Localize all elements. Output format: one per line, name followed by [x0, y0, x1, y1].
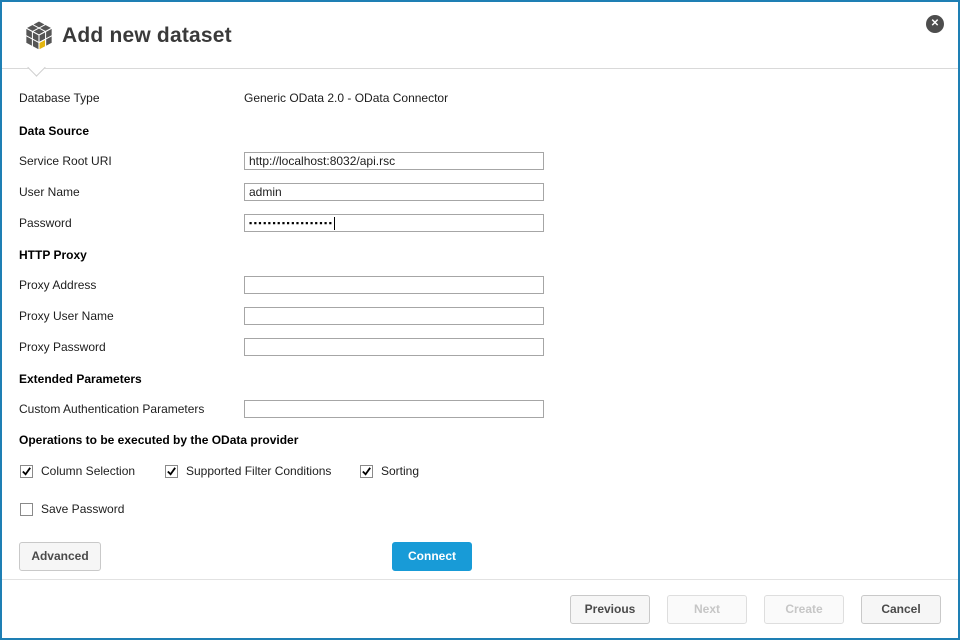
password-input[interactable]: ▪▪▪▪▪▪▪▪▪▪▪▪▪▪▪▪▪▪ [244, 214, 544, 232]
checkbox-label: Column Selection [41, 464, 135, 478]
close-icon[interactable]: ✕ [926, 15, 944, 33]
database-type-value: Generic OData 2.0 - OData Connector [244, 91, 448, 105]
checkbox-sorting[interactable]: Sorting [360, 464, 419, 478]
proxy-address-input[interactable] [244, 276, 544, 294]
section-data-source: Data Source [19, 124, 89, 138]
custom-auth-parameters-row: Custom Authentication Parameters [19, 400, 949, 418]
proxy-user-name-input[interactable] [244, 307, 544, 325]
section-http-proxy: HTTP Proxy [19, 248, 87, 262]
header-separator [2, 68, 958, 69]
proxy-user-name-row: Proxy User Name [19, 307, 949, 325]
user-name-input[interactable] [244, 183, 544, 201]
proxy-user-name-label: Proxy User Name [19, 309, 114, 323]
database-type-label: Database Type [19, 91, 100, 105]
dialog-header: Add new dataset ✕ [2, 2, 958, 68]
proxy-password-label: Proxy Password [19, 340, 106, 354]
dialog-title: Add new dataset [62, 24, 232, 48]
proxy-password-row: Proxy Password [19, 338, 949, 356]
custom-auth-parameters-input[interactable] [244, 400, 544, 418]
checkbox-box [20, 465, 33, 478]
previous-button[interactable]: Previous [570, 595, 650, 624]
check-icon [361, 466, 372, 477]
service-root-uri-row: Service Root URI [19, 152, 949, 170]
footer-separator [2, 579, 958, 580]
database-type-row: Database Type Generic OData 2.0 - OData … [19, 89, 949, 107]
user-name-row: User Name [19, 183, 949, 201]
service-root-uri-input[interactable] [244, 152, 544, 170]
footer-button-bar: Previous Next Create Cancel [2, 595, 958, 624]
next-button[interactable]: Next [667, 595, 747, 624]
check-icon [166, 466, 177, 477]
add-dataset-dialog: Add new dataset ✕ Database Type Generic … [0, 0, 960, 640]
connect-button[interactable]: Connect [392, 542, 472, 571]
checkbox-save-password[interactable]: Save Password [20, 502, 124, 516]
proxy-password-input[interactable] [244, 338, 544, 356]
checkbox-box [360, 465, 373, 478]
dataset-cube-icon [23, 18, 55, 54]
checkbox-box [165, 465, 178, 478]
checkbox-label: Supported Filter Conditions [186, 464, 331, 478]
proxy-address-row: Proxy Address [19, 276, 949, 294]
section-operations: Operations to be executed by the OData p… [19, 433, 298, 447]
service-root-uri-label: Service Root URI [19, 154, 112, 168]
check-icon [21, 466, 32, 477]
checkbox-label: Sorting [381, 464, 419, 478]
advanced-button[interactable]: Advanced [19, 542, 101, 571]
text-caret [334, 217, 335, 230]
create-button[interactable]: Create [764, 595, 844, 624]
cancel-button[interactable]: Cancel [861, 595, 941, 624]
section-extended-parameters: Extended Parameters [19, 372, 142, 386]
password-label: Password [19, 216, 72, 230]
password-masked-value: ▪▪▪▪▪▪▪▪▪▪▪▪▪▪▪▪▪▪ [249, 215, 333, 231]
password-row: Password ▪▪▪▪▪▪▪▪▪▪▪▪▪▪▪▪▪▪ [19, 214, 949, 232]
user-name-label: User Name [19, 185, 80, 199]
checkbox-supported-filter-conditions[interactable]: Supported Filter Conditions [165, 464, 331, 478]
checkbox-label: Save Password [41, 502, 124, 516]
checkbox-box [20, 503, 33, 516]
save-password-row: Save Password [19, 502, 949, 518]
custom-auth-parameters-label: Custom Authentication Parameters [19, 402, 204, 416]
operations-checkbox-row: Column Selection Supported Filter Condit… [19, 464, 949, 480]
checkbox-column-selection[interactable]: Column Selection [20, 464, 135, 478]
proxy-address-label: Proxy Address [19, 278, 96, 292]
